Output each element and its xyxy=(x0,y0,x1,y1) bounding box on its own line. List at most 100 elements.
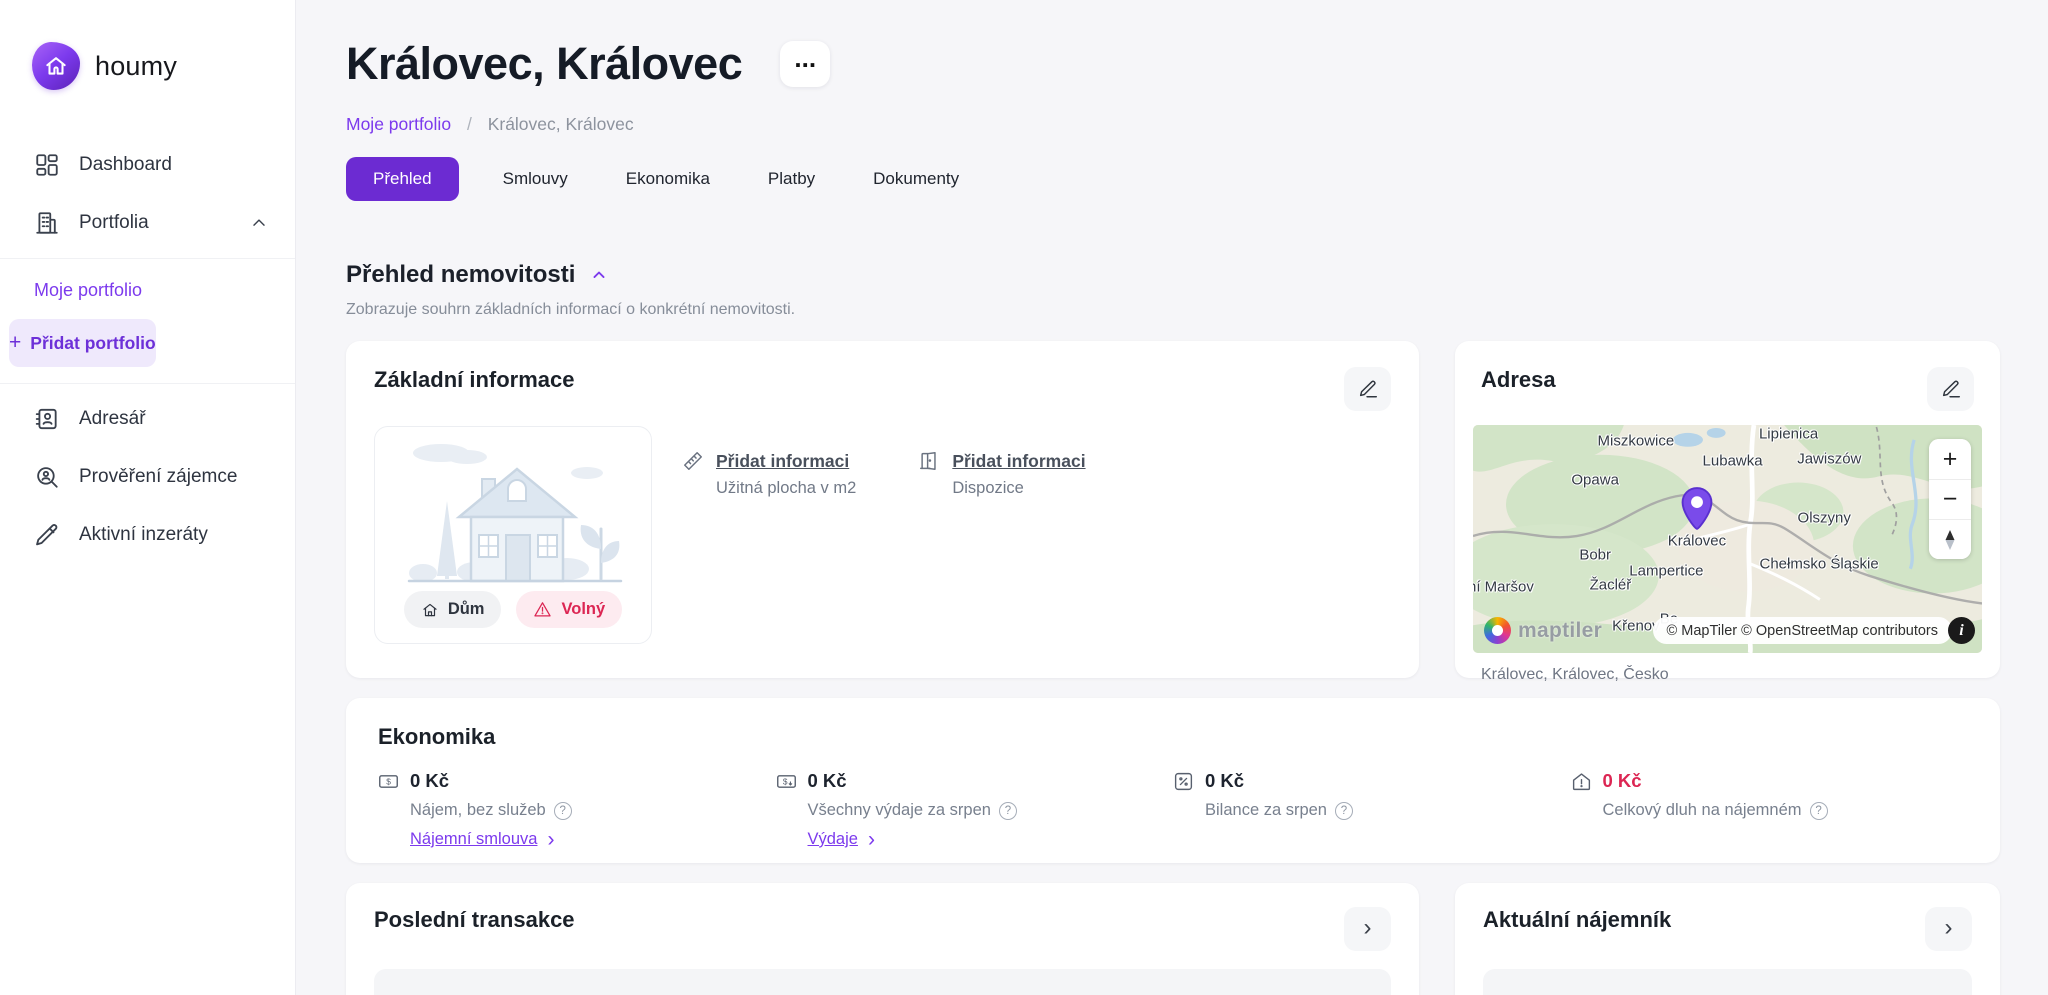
breadcrumb: Moje portfolio / Královec, Královec xyxy=(346,114,2000,135)
map-place-label: rní Maršov xyxy=(1473,578,1534,595)
add-portfolio-button[interactable]: + Přidat portfolio xyxy=(9,319,156,367)
chevron-right-icon: › xyxy=(1945,916,1953,940)
sidebar-item-label: Adresář xyxy=(79,408,146,430)
sidebar-item-provereni-zajemce[interactable]: Prověření zájemce xyxy=(0,448,295,506)
map-place-label: Lubawka xyxy=(1703,453,1763,470)
edit-basic-info-button[interactable] xyxy=(1344,367,1391,411)
sidebar-item-label: Dashboard xyxy=(79,154,172,176)
tab-prehled[interactable]: Přehled xyxy=(346,157,459,201)
transactions-empty-placeholder xyxy=(374,969,1391,995)
map-pin-icon xyxy=(1680,487,1714,531)
property-type-badge: Dům xyxy=(404,591,502,628)
sidebar-item-dashboard[interactable]: Dashboard xyxy=(0,136,295,194)
stat-value: 0 Kč xyxy=(1205,770,1571,792)
help-icon[interactable]: ? xyxy=(1335,802,1353,820)
map-place-label: Královec xyxy=(1668,533,1726,550)
map-zoom-in-button[interactable]: + xyxy=(1929,439,1971,479)
expense-banknote-icon: $ xyxy=(776,771,797,792)
address-caption: Královec, Královec, Česko xyxy=(1473,666,1982,684)
house-alert-icon xyxy=(1571,771,1592,792)
address-card: Adresa xyxy=(1455,341,2000,678)
current-tenant-title: Aktuální nájemník xyxy=(1483,907,1671,933)
map-place-label: Chełmsko Śląskie xyxy=(1760,556,1879,573)
app-name: houmy xyxy=(95,51,177,82)
address-title: Adresa xyxy=(1481,367,1556,393)
tab-smlouvy[interactable]: Smlouvy xyxy=(489,157,582,201)
divider xyxy=(0,383,295,384)
last-transactions-title: Poslední transakce xyxy=(374,907,575,933)
map-place-label: Opawa xyxy=(1571,471,1619,488)
help-icon[interactable]: ? xyxy=(999,802,1017,820)
dashboard-icon xyxy=(34,152,60,178)
add-layout-sublabel: Dispozice xyxy=(952,479,1085,498)
add-layout-link[interactable]: Přidat informaci xyxy=(952,451,1085,472)
sidebar-nav: Dashboard Portfolia Moje portfolio + Při… xyxy=(0,136,295,564)
map-zoom-out-button[interactable]: − xyxy=(1929,479,1971,519)
stat-rent: $ 0 Kč Nájem, bez služeb ? Nájemní smlou… xyxy=(378,770,776,850)
stat-label: Nájem, bez služeb ? xyxy=(410,801,776,820)
map-compass-button[interactable] xyxy=(1929,519,1971,559)
add-area-sublabel: Užitná plocha v m2 xyxy=(716,479,856,498)
basic-info-title: Základní informace xyxy=(374,367,575,393)
occupancy-status-badge: Volný xyxy=(516,591,622,628)
economics-card: Ekonomika $ 0 Kč Nájem, bez služeb ? Náj… xyxy=(346,698,2000,863)
sidebar-item-portfolia[interactable]: Portfolia xyxy=(0,194,295,252)
stat-debt: 0 Kč Celkový dluh na nájemném ? xyxy=(1571,770,1969,850)
map-place-label: Lipienica xyxy=(1759,426,1818,443)
sidebar-item-label: Prověření zájemce xyxy=(79,466,237,488)
stat-label: Celkový dluh na nájemném ? xyxy=(1603,801,1969,820)
app-logo[interactable]: houmy xyxy=(0,0,295,90)
stat-expenses: $ 0 Kč Všechny výdaje za srpen ? Výdaje … xyxy=(776,770,1174,850)
page-title: Královec, Královec xyxy=(346,38,742,90)
svg-text:$: $ xyxy=(782,776,787,786)
chevron-right-icon[interactable]: › xyxy=(547,829,554,850)
last-transactions-card: Poslední transakce › xyxy=(346,883,1419,995)
edit-address-button[interactable] xyxy=(1927,367,1974,411)
person-search-icon xyxy=(34,464,60,490)
more-options-button[interactable]: ... xyxy=(780,41,830,87)
section-subtitle: Zobrazuje souhrn základních informací o … xyxy=(346,301,2000,319)
stat-value: 0 Kč xyxy=(410,770,776,792)
maptiler-logo-icon xyxy=(1484,617,1511,644)
map-place-label: Lampertice xyxy=(1629,562,1703,579)
collapse-chevron-up-icon[interactable] xyxy=(589,265,609,285)
edit-pencil-icon xyxy=(1940,378,1962,400)
pencil-icon xyxy=(34,522,60,548)
chevron-right-icon[interactable]: › xyxy=(868,829,875,850)
sidebar-item-moje-portfolio[interactable]: Moje portfolio xyxy=(0,265,295,314)
map-controls: + − xyxy=(1929,439,1971,559)
section-title: Přehled nemovitosti xyxy=(346,261,575,289)
sidebar-item-adresar[interactable]: Adresář xyxy=(0,390,295,448)
maptiler-logo[interactable]: maptiler xyxy=(1484,617,1602,644)
map-place-label: Žacléř xyxy=(1590,576,1632,593)
map-canvas[interactable]: Miszkowice Lipienica Jawiszów Lubawka Op… xyxy=(1473,425,1982,653)
chevron-up-icon[interactable] xyxy=(249,213,269,233)
breadcrumb-current: Královec, Královec xyxy=(488,114,634,134)
map-place-label: Miszkowice xyxy=(1598,432,1675,449)
tab-platby[interactable]: Platby xyxy=(754,157,829,201)
houmy-logo-icon xyxy=(32,42,80,90)
open-tenant-button[interactable]: › xyxy=(1925,907,1972,951)
chevron-right-icon: › xyxy=(1364,916,1372,940)
stat-label: Bilance za srpen ? xyxy=(1205,801,1571,820)
tab-dokumenty[interactable]: Dokumenty xyxy=(859,157,973,201)
breadcrumb-link-portfolio[interactable]: Moje portfolio xyxy=(346,114,451,134)
percent-icon xyxy=(1173,771,1194,792)
banknote-icon: $ xyxy=(378,771,399,792)
door-icon xyxy=(918,450,940,472)
add-info-area: Přidat informaci Užitná plocha v m2 xyxy=(682,450,856,644)
tab-ekonomika[interactable]: Ekonomika xyxy=(612,157,724,201)
expenses-link[interactable]: Výdaje xyxy=(808,830,858,849)
tenant-empty-placeholder xyxy=(1483,969,1972,995)
help-icon[interactable]: ? xyxy=(554,802,572,820)
help-icon[interactable]: ? xyxy=(1810,802,1828,820)
stat-label: Všechny výdaje za srpen ? xyxy=(808,801,1174,820)
rent-contract-link[interactable]: Nájemní smlouva xyxy=(410,830,537,849)
add-area-link[interactable]: Přidat informaci xyxy=(716,451,849,472)
divider xyxy=(0,258,295,259)
tab-bar: Přehled Smlouvy Ekonomika Platby Dokumen… xyxy=(346,157,2000,201)
map-attribution[interactable]: © MapTiler © OpenStreetMap contributors xyxy=(1653,617,1952,644)
open-transactions-button[interactable]: › xyxy=(1344,907,1391,951)
sidebar-item-aktivni-inzeraty[interactable]: Aktivní inzeráty xyxy=(0,506,295,564)
map-info-button[interactable]: i xyxy=(1948,617,1975,644)
